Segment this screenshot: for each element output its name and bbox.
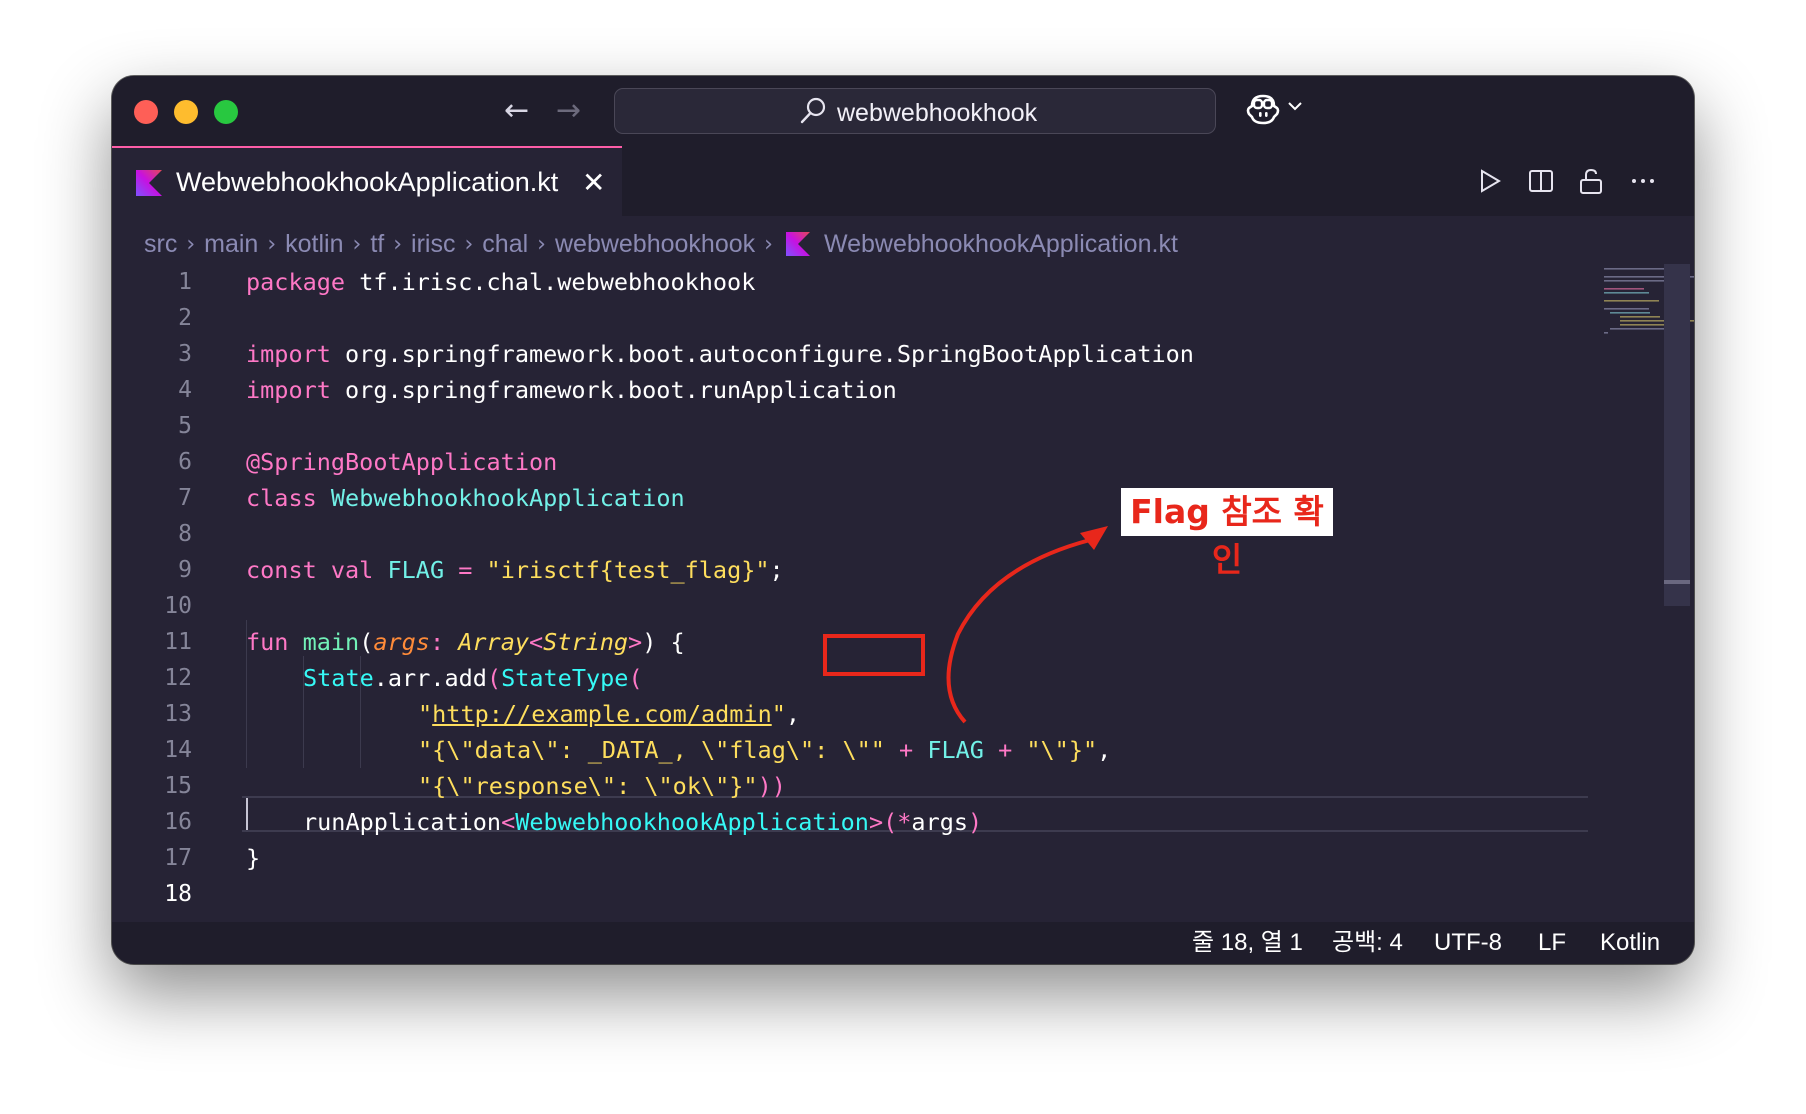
line-ending-setting[interactable]: LF (1538, 922, 1566, 964)
kotlin-file-icon (136, 170, 162, 196)
line-number: 4 (178, 377, 192, 403)
title-bar: ← → webwebhookhook (112, 76, 1694, 146)
code-line: "http://example.com/admin", (418, 700, 801, 728)
copilot-icon[interactable] (1244, 90, 1282, 128)
code-line: import org.springframework.boot.runAppli… (246, 376, 897, 404)
chevron-right-icon: › (352, 231, 362, 257)
code-line: package tf.irisc.chal.webwebhookhook (246, 268, 756, 296)
line-number: 7 (178, 485, 192, 511)
code-line: class WebwebhookhookApplication (246, 484, 685, 512)
run-icon[interactable] (1474, 166, 1504, 196)
breadcrumb-item[interactable]: chal (482, 230, 528, 259)
close-tab-icon[interactable]: ✕ (582, 166, 605, 199)
vertical-scrollbar[interactable] (1664, 264, 1690, 606)
chevron-right-icon: › (464, 231, 474, 257)
encoding-setting[interactable]: UTF-8 (1434, 922, 1502, 964)
chevron-right-icon: › (267, 231, 277, 257)
tab-strip: WebwebhookhookApplication.kt ✕ (112, 146, 1694, 216)
line-number: 3 (178, 341, 192, 367)
code-line: "{\"response\": \"ok\"}")) (418, 772, 786, 800)
line-number: 5 (178, 413, 192, 439)
breadcrumb-item[interactable]: irisc (411, 230, 455, 259)
annotation-label: Flag 참조 확인 (1121, 488, 1333, 579)
line-number: 14 (164, 737, 192, 763)
chevron-down-icon[interactable] (1286, 99, 1304, 113)
line-number-current: 18 (164, 881, 192, 907)
scrollbar-cursor-marker (1664, 580, 1690, 584)
search-icon (800, 97, 826, 124)
command-center-search[interactable]: webwebhookhook (614, 88, 1216, 134)
back-arrow-icon[interactable]: ← (504, 94, 529, 128)
line-number: 9 (178, 557, 192, 583)
tab-webwebhookhook-application[interactable]: WebwebhookhookApplication.kt ✕ (112, 146, 622, 216)
chevron-right-icon: › (186, 231, 196, 257)
breadcrumb-item[interactable]: main (204, 230, 258, 259)
minimize-window-button[interactable] (174, 100, 198, 124)
line-number: 2 (178, 305, 192, 331)
indentation-setting[interactable]: 공백: 4 (1332, 922, 1403, 964)
close-window-button[interactable] (134, 100, 158, 124)
language-mode[interactable]: Kotlin (1600, 922, 1660, 964)
code-line: State.arr.add(StateType( (303, 664, 643, 692)
maximize-window-button[interactable] (214, 100, 238, 124)
line-number: 8 (178, 521, 192, 547)
split-editor-icon[interactable] (1526, 166, 1556, 196)
line-number: 1 (178, 269, 192, 295)
chevron-right-icon: › (764, 231, 773, 257)
unlock-icon[interactable] (1576, 166, 1606, 196)
code-line: const val FLAG = "irisctf{test_flag}"; (246, 556, 784, 584)
line-number: 13 (164, 701, 192, 727)
line-number: 12 (164, 665, 192, 691)
line-number: 10 (164, 593, 192, 619)
breadcrumb: src › main › kotlin › tf › irisc › chal … (144, 226, 1178, 262)
tab-label: WebwebhookhookApplication.kt (176, 167, 559, 197)
status-bar: 줄 18, 열 1 공백: 4 UTF-8 LF Kotlin (112, 922, 1694, 964)
breadcrumb-file[interactable]: WebwebhookhookApplication.kt (824, 230, 1178, 259)
code-line: import org.springframework.boot.autoconf… (246, 340, 1194, 368)
line-number: 16 (164, 809, 192, 835)
chevron-right-icon: › (537, 231, 546, 257)
text-cursor (246, 798, 248, 830)
editor-window: ← → webwebhookhook WebwebhookhookApplica… (112, 76, 1694, 964)
code-line: } (246, 844, 261, 872)
code-line: fun main(args: Array<String>) { (246, 628, 685, 656)
code-line: runApplication<WebwebhookhookApplication… (303, 808, 983, 836)
line-number: 15 (164, 773, 192, 799)
more-icon[interactable] (1628, 166, 1658, 196)
breadcrumb-item[interactable]: tf (370, 230, 384, 259)
breadcrumb-item[interactable]: src (144, 230, 177, 259)
line-number: 6 (178, 449, 192, 475)
code-editor[interactable]: 1 package tf.irisc.chal.webwebhookhook 2… (112, 264, 1694, 907)
url-link: http://example.com/admin (432, 700, 772, 728)
forward-arrow-icon[interactable]: → (556, 94, 581, 128)
cursor-position[interactable]: 줄 18, 열 1 (1192, 922, 1303, 964)
code-line: "{\"data\": _DATA_, \"flag\": \"" + FLAG… (418, 736, 1112, 764)
flag-highlight-box (823, 634, 925, 676)
chevron-right-icon: › (393, 231, 403, 257)
line-number: 17 (164, 845, 192, 871)
breadcrumb-item[interactable]: webwebhookhook (555, 230, 755, 259)
line-number: 11 (164, 629, 192, 655)
code-line: @SpringBootApplication (246, 448, 558, 476)
kotlin-file-icon (785, 232, 810, 256)
search-text: webwebhookhook (837, 99, 1038, 127)
breadcrumb-item[interactable]: kotlin (285, 230, 343, 259)
